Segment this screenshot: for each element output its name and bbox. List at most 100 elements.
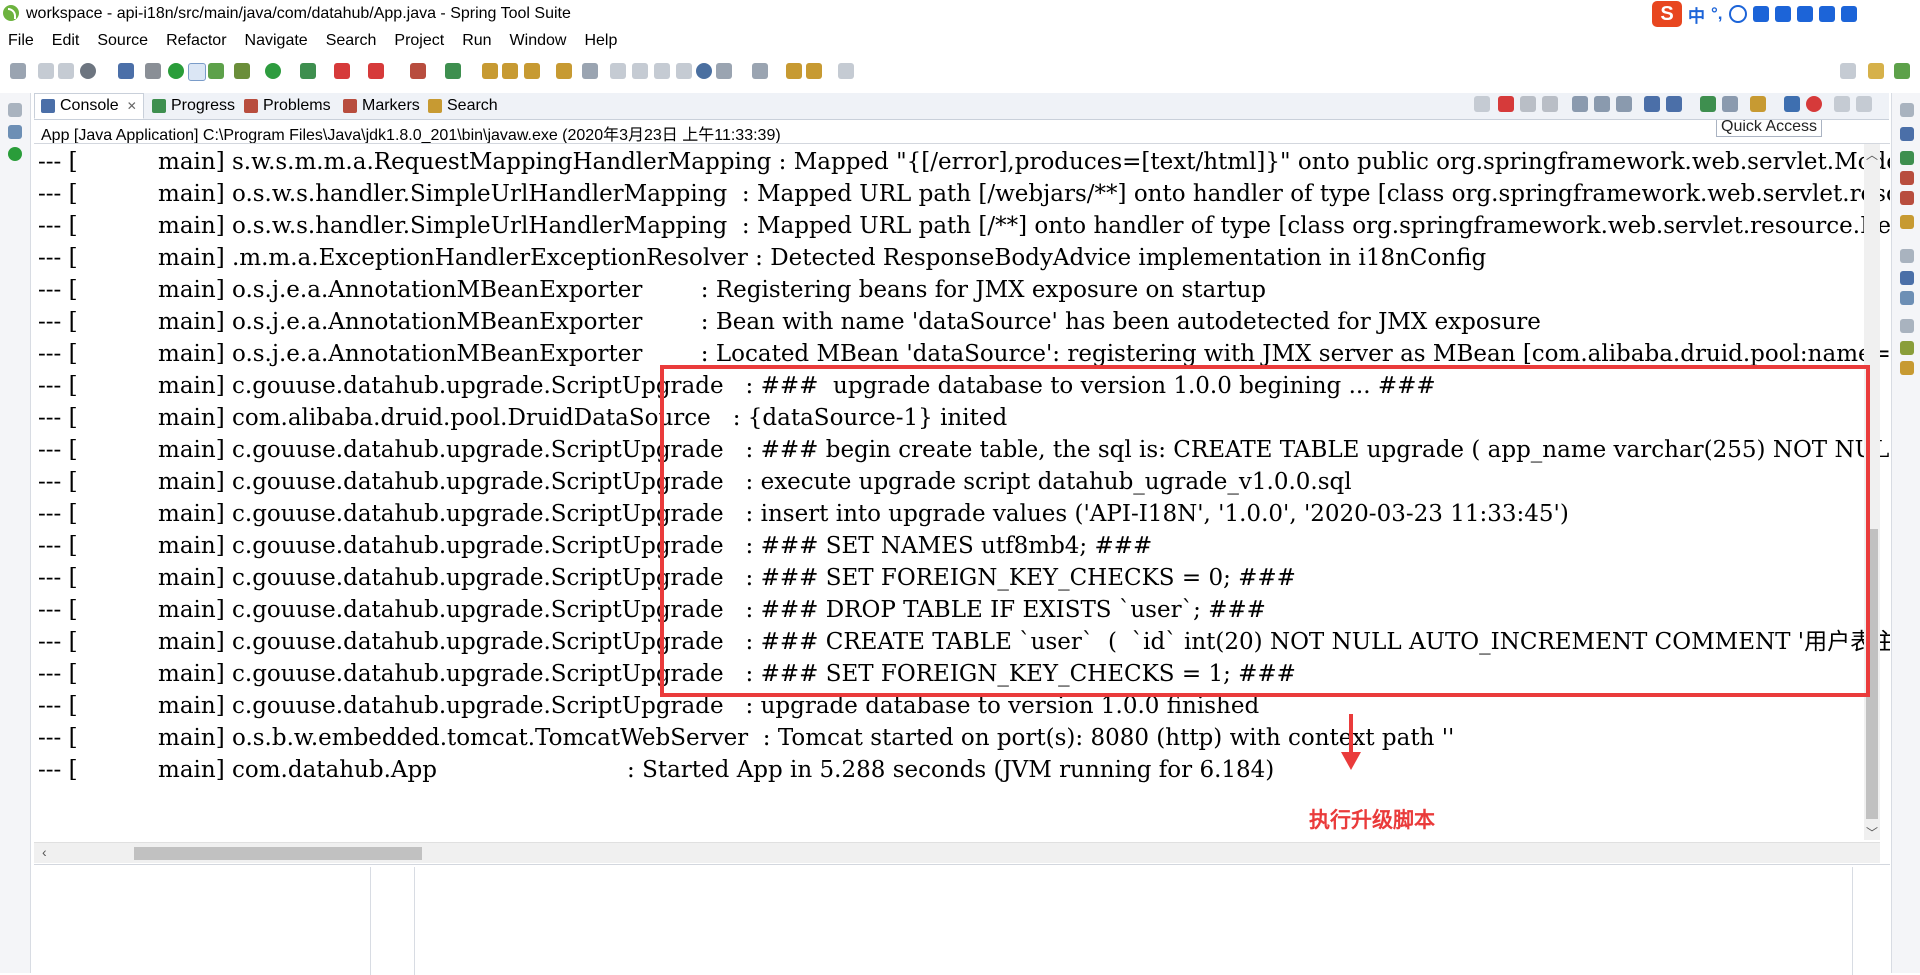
remove-all-terminated-icon[interactable] [1520,96,1536,112]
tab-search[interactable]: Search [428,93,498,119]
menu-source[interactable]: Source [95,32,150,50]
sogou-ime-icon[interactable]: S [1652,1,1682,27]
block-selection-icon[interactable] [632,63,648,79]
spring-perspective-icon[interactable] [1894,63,1910,79]
remove-terminated-icon[interactable] [1542,96,1558,112]
ime-user-icon[interactable] [1796,6,1813,22]
last-edit-icon[interactable] [786,63,802,79]
tab-problems[interactable]: Problems [244,93,331,119]
ime-toolbar[interactable]: S 中 °, [1652,1,1857,27]
save-icon[interactable] [38,63,54,79]
package-explorer-icon[interactable] [8,125,22,139]
restore-right-2-icon[interactable] [1900,249,1914,263]
next-annotation-icon[interactable] [716,63,732,79]
open-console-icon[interactable] [1750,96,1766,112]
scroll-lock-icon[interactable] [1594,96,1610,112]
java-perspective-icon[interactable] [1868,63,1884,79]
horizontal-scroll-thumb[interactable] [134,847,422,860]
ime-voice-icon[interactable] [1752,6,1769,22]
horizontal-scrollbar[interactable]: ‹ [34,842,1880,863]
pilcrow-icon[interactable] [676,63,692,79]
minimize-icon[interactable] [1834,96,1850,112]
new-class-icon[interactable] [445,63,461,79]
menu-edit[interactable]: Edit [50,32,82,50]
type-hierarchy-icon[interactable] [1900,271,1914,285]
boot-dashboard-trim-icon[interactable] [8,147,22,161]
forward-icon[interactable] [838,63,854,79]
clear-console-icon[interactable] [1572,96,1588,112]
run-icon[interactable] [265,63,281,79]
outline-icon[interactable] [1900,127,1914,141]
open-task-icon[interactable] [502,63,518,79]
scroll-up-icon[interactable]: ︿ [1866,146,1878,163]
ime-skin-icon[interactable] [1818,6,1835,22]
call-hierarchy-icon[interactable] [1900,291,1914,305]
skip-breakpoints-icon[interactable] [145,63,161,79]
tab-markers[interactable]: Markers [343,93,420,119]
tab-console[interactable]: Console ✕ [34,93,144,119]
annotation-prev-icon[interactable] [582,63,598,79]
new-java-project-icon[interactable] [410,63,426,79]
scroll-left-icon[interactable]: ‹ [42,844,47,860]
menu-run[interactable]: Run [460,32,493,50]
display-selected-console-icon[interactable] [1722,96,1738,112]
maximize-icon[interactable] [1856,96,1872,112]
save-all-icon[interactable] [58,63,74,79]
terminal-icon[interactable] [118,63,134,79]
menu-file[interactable]: File [6,32,36,50]
color-icon[interactable] [1806,96,1822,112]
debug-icon[interactable] [234,63,250,79]
restore-right-3-icon[interactable] [1900,319,1914,333]
restore-icon[interactable] [8,103,22,117]
search-icon[interactable] [524,63,540,79]
show-stdout-icon[interactable] [1644,96,1660,112]
menu-project[interactable]: Project [392,32,446,50]
task-list-icon[interactable] [1900,151,1914,165]
scroll-down-icon[interactable]: ﹀ [1866,824,1878,841]
menu-window[interactable]: Window [508,32,569,50]
toggle-view-icon[interactable] [188,63,206,81]
ime-language-label[interactable]: 中 [1688,2,1705,27]
boot-dashboard-icon[interactable] [168,63,184,79]
menu-help[interactable]: Help [582,32,619,50]
menu-refactor[interactable]: Refactor [164,32,228,50]
restore-right-icon[interactable] [1900,103,1914,117]
menu-navigate[interactable]: Navigate [243,32,310,50]
ime-punctuation-icon[interactable]: °, [1711,4,1723,24]
back-icon[interactable] [806,63,822,79]
spring-starter-icon[interactable] [208,63,224,79]
show-stderr-icon[interactable] [1666,96,1682,112]
menu-search[interactable]: Search [324,32,379,50]
user-icon[interactable] [80,63,96,79]
web-browser-icon[interactable] [696,63,712,79]
highlight-box [660,365,1870,697]
servers-icon[interactable] [1900,191,1914,205]
prev-annotation-icon[interactable] [752,63,768,79]
new-server-icon[interactable] [368,63,384,79]
terminate-icon[interactable] [1498,96,1514,112]
spring-explorer-icon[interactable] [1900,171,1914,185]
show-whitespace-icon[interactable] [654,63,670,79]
pin-icon[interactable] [1700,96,1716,112]
markers-icon [343,99,357,113]
remove-launch-icon[interactable] [1474,96,1490,112]
mark-occurrences-icon[interactable] [610,63,626,79]
external-tools-icon[interactable] [334,63,350,79]
right-trim-stack [1891,93,1920,973]
coverage-icon[interactable] [300,63,316,79]
annotation-arrow [1349,714,1353,756]
close-icon[interactable]: ✕ [127,93,137,119]
ime-keyboard-icon[interactable] [1774,6,1791,22]
open-resource-icon[interactable] [556,63,572,79]
bookmarks-icon[interactable] [1900,215,1914,229]
word-wrap-icon[interactable] [1616,96,1632,112]
tab-progress[interactable]: Progress [152,93,235,119]
view-menu-icon[interactable] [1784,96,1800,112]
ime-emoji-icon[interactable] [1728,5,1747,23]
open-type-icon[interactable] [482,63,498,79]
new-icon[interactable] [10,63,26,79]
gradle-icon[interactable] [1900,341,1914,355]
ime-grid-icon[interactable] [1840,6,1857,22]
junit-icon[interactable] [1900,361,1914,375]
open-perspective-icon[interactable] [1840,63,1856,79]
